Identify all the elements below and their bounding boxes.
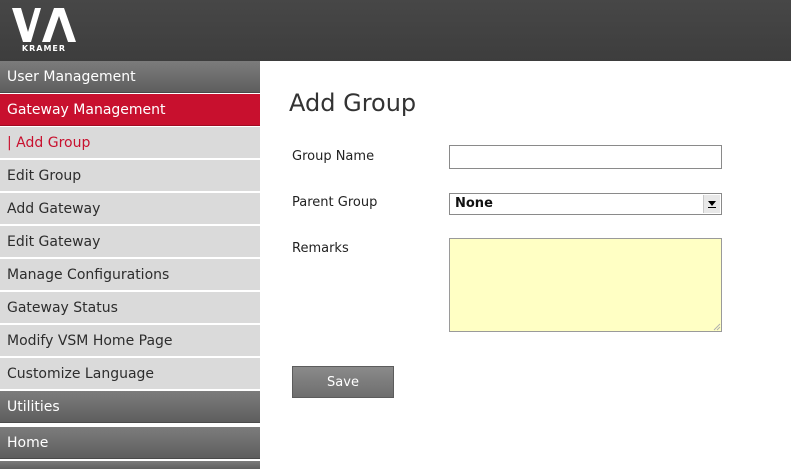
sidebar-item-add-group[interactable]: | Add Group [0, 127, 260, 159]
sidebar-item-utilities[interactable]: Utilities [0, 391, 260, 423]
sidebar-item-gateway-status[interactable]: Gateway Status [0, 292, 260, 324]
sidebar-item-manage-configurations[interactable]: Manage Configurations [0, 259, 260, 291]
top-header-bar: KRAMER [0, 0, 791, 61]
group-name-label: Group Name [292, 149, 375, 164]
sidebar-item-edit-group[interactable]: Edit Group [0, 160, 260, 192]
logo-wordmark: KRAMER [21, 44, 67, 53]
group-name-input[interactable] [449, 145, 722, 169]
parent-group-selected-value: None [455, 196, 493, 211]
sidebar-item-user-management[interactable]: User Management [0, 61, 260, 93]
sidebar-item-home[interactable]: Home [0, 427, 260, 459]
sidebar: User Management Gateway Management | Add… [0, 61, 260, 469]
kramer-via-logo: KRAMER [4, 4, 84, 58]
sidebar-bottom-edge [0, 461, 260, 469]
chevron-down-icon [708, 201, 716, 208]
sidebar-item-edit-gateway[interactable]: Edit Gateway [0, 226, 260, 258]
sidebar-item-gateway-management[interactable]: Gateway Management [0, 94, 260, 126]
sidebar-item-add-gateway[interactable]: Add Gateway [0, 193, 260, 225]
page-title: Add Group [289, 89, 417, 117]
main-content: Add Group Group Name Parent Group None R… [260, 61, 791, 469]
remarks-label: Remarks [292, 241, 349, 256]
parent-group-label: Parent Group [292, 195, 378, 210]
sidebar-item-modify-vsm-home-page[interactable]: Modify VSM Home Page [0, 325, 260, 357]
parent-group-select[interactable]: None [449, 193, 722, 215]
resize-grip-icon[interactable] [713, 323, 721, 331]
remarks-textarea[interactable] [449, 238, 722, 332]
save-button[interactable]: Save [292, 366, 394, 398]
via-logo-mark [12, 8, 76, 42]
dropdown-arrow-button[interactable] [703, 195, 720, 213]
sidebar-item-customize-language[interactable]: Customize Language [0, 358, 260, 390]
